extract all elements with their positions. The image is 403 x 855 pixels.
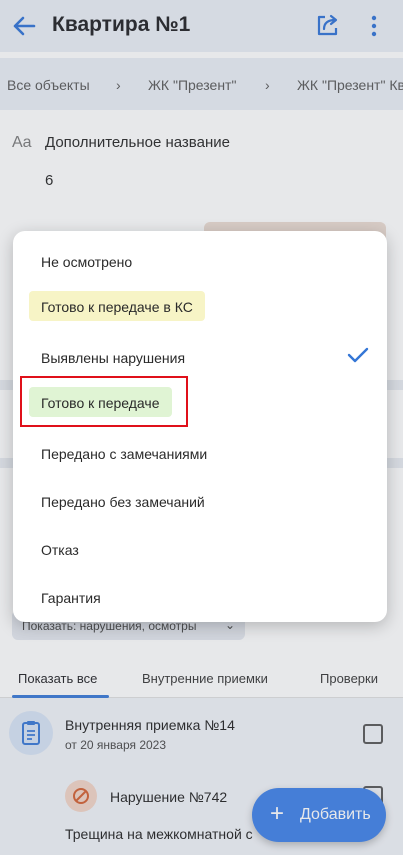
menu-item-label: Готово к передаче в КС (29, 291, 205, 321)
menu-item-violations-found[interactable]: Выявлены нарушения (13, 331, 387, 379)
menu-item-ready-for-ks[interactable]: Готово к передаче в КС (13, 283, 387, 331)
menu-item-warranty[interactable]: Гарантия (13, 571, 387, 619)
check-icon (347, 347, 369, 363)
selection-highlight (20, 376, 188, 427)
menu-item-label: Отказ (41, 542, 79, 558)
menu-item-label: Передано с замечаниями (41, 446, 208, 462)
menu-item-refusal[interactable]: Отказ (13, 523, 387, 571)
menu-item-label: Не осмотрено (41, 254, 133, 270)
menu-item-not-inspected[interactable]: Не осмотрено (13, 235, 387, 283)
menu-item-label: Гарантия (41, 590, 101, 606)
menu-item-label: Выявлены нарушения (41, 350, 186, 366)
menu-item-label: Передано без замечаний (41, 494, 205, 510)
menu-item-handed-without-remarks[interactable]: Передано без замечаний (13, 475, 387, 523)
menu-item-handed-with-remarks[interactable]: Передано с замечаниями (13, 427, 387, 475)
